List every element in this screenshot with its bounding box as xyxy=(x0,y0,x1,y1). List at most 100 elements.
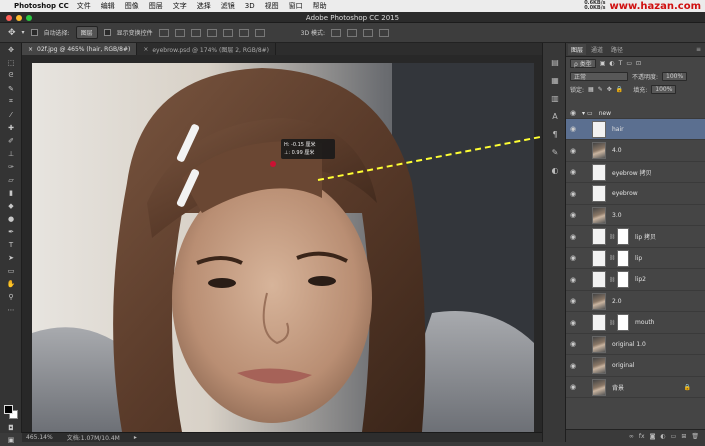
adjustments-icon[interactable]: ◐ xyxy=(543,161,567,179)
folder-icon[interactable]: ▭ xyxy=(671,433,677,440)
mask-icon[interactable]: ◙ xyxy=(650,433,656,440)
visibility-eye-icon[interactable]: ◉ xyxy=(566,233,580,241)
layer-row[interactable]: ◉ ⛓ lip 拷贝 xyxy=(566,227,705,248)
lock-paint-icon[interactable]: ✎ xyxy=(598,86,603,93)
panel-menu-icon[interactable]: ≡ xyxy=(696,46,701,53)
layer-row[interactable]: ◉ 4.0 xyxy=(566,141,705,162)
tab-channels[interactable]: 通道 xyxy=(588,44,606,55)
layer-thumbnail xyxy=(592,378,606,396)
layer-name: original 1.0 xyxy=(612,340,646,348)
visibility-eye-icon[interactable]: ◉ xyxy=(566,190,580,198)
filter-pixel-icon[interactable]: ▣ xyxy=(600,60,606,67)
layer-row[interactable]: ◉ ⛓ lip2 xyxy=(566,270,705,291)
layer-mask-thumbnail[interactable] xyxy=(617,249,629,267)
layer-row[interactable]: ◉ ⛓ lip xyxy=(566,248,705,269)
tab-layers[interactable]: 图层 xyxy=(568,44,587,55)
layer-thumbnail xyxy=(592,163,606,181)
link-icon[interactable]: ∞ xyxy=(629,433,634,440)
panel-icon-strip: ▤ ▦ ▥ A ¶ ✎ ◐ xyxy=(542,43,566,442)
visibility-eye-icon[interactable]: ◉ xyxy=(566,254,580,262)
properties-icon[interactable]: ▦ xyxy=(543,71,567,89)
layer-thumbnail xyxy=(592,185,606,202)
lock-all-icon[interactable]: 🔒 xyxy=(616,86,623,93)
filter-row: ρ 类型 ▣ ◐ T ▭ ⊡ xyxy=(566,57,705,70)
adjustment-icon[interactable]: ◐ xyxy=(660,433,665,440)
lock-pixels-icon[interactable]: ▦ xyxy=(588,86,594,93)
visibility-eye-icon[interactable]: ◉ xyxy=(566,168,580,176)
lock-position-icon[interactable]: ✥ xyxy=(607,86,612,93)
group-collapse-icon[interactable]: ▾ xyxy=(582,110,585,117)
swatches-icon[interactable]: ▥ xyxy=(543,89,567,107)
mask-link-icon[interactable]: ⛓ xyxy=(609,234,615,240)
layer-row[interactable]: ◉ original 1.0 xyxy=(566,334,705,355)
blend-mode-dropdown[interactable]: 正常 xyxy=(570,72,628,81)
visibility-eye-icon[interactable]: ◉ xyxy=(566,276,580,284)
folder-icon: ▭ xyxy=(587,109,593,117)
layer-mask-thumbnail[interactable] xyxy=(617,314,629,331)
layer-row[interactable]: ◉ eyebrow 拷贝 xyxy=(566,162,705,183)
layer-thumbnail xyxy=(592,357,606,374)
opacity-field[interactable]: 100% xyxy=(662,72,688,81)
filter-smart-icon[interactable]: ⊡ xyxy=(636,60,641,67)
layer-row[interactable]: ◉ hair xyxy=(566,119,705,140)
layer-row[interactable]: ◉ original xyxy=(566,356,705,377)
layer-thumbnail xyxy=(592,271,606,288)
filter-shape-icon[interactable]: ▭ xyxy=(626,60,632,67)
layer-panel-footer: ∞ fx ◙ ◐ ▭ ⊞ 🗑 xyxy=(566,429,705,442)
layer-thumbnail xyxy=(592,228,606,245)
new-layer-icon[interactable]: ⊞ xyxy=(681,433,686,440)
zoom-level[interactable]: 465.14% xyxy=(26,434,53,441)
layer-name: mouth xyxy=(635,319,655,326)
visibility-eye-icon[interactable]: ◉ xyxy=(566,109,580,117)
visibility-eye-icon[interactable]: ◉ xyxy=(566,383,580,391)
doc-size[interactable]: 文档:1.07M/10.4M xyxy=(67,433,120,442)
mask-link-icon[interactable]: ⛓ xyxy=(609,277,615,283)
mask-link-icon[interactable]: ⛓ xyxy=(609,320,615,326)
layer-name: lip 拷贝 xyxy=(635,234,657,241)
layer-thumbnail xyxy=(592,206,606,224)
fx-icon[interactable]: fx xyxy=(639,433,645,440)
trash-icon[interactable]: 🗑 xyxy=(691,433,699,440)
group-name: new xyxy=(598,109,612,117)
opacity-label: 不透明度: xyxy=(632,74,659,81)
panel-tabs: 图层 通道 路径 ≡ xyxy=(566,43,705,57)
layer-name: lip2 xyxy=(635,276,646,283)
visibility-eye-icon[interactable]: ◉ xyxy=(566,147,580,155)
layer-row[interactable]: ◉ 背景 🔒 xyxy=(566,377,705,398)
visibility-eye-icon[interactable]: ◉ xyxy=(566,319,580,327)
visibility-eye-icon[interactable]: ◉ xyxy=(566,362,580,370)
brush-presets-icon[interactable]: ✎ xyxy=(543,143,567,161)
fill-field[interactable]: 100% xyxy=(651,85,677,94)
layer-thumbnail xyxy=(592,292,606,310)
fill-label: 填充: xyxy=(633,87,648,94)
layer-mask-thumbnail[interactable] xyxy=(617,271,629,288)
layer-thumbnail xyxy=(592,249,606,267)
layer-name: 4.0 xyxy=(612,147,622,154)
layer-row[interactable]: ◉ eyebrow xyxy=(566,184,705,205)
visibility-eye-icon[interactable]: ◉ xyxy=(566,211,580,219)
lock-label: 锁定: xyxy=(570,87,585,94)
layer-name: 2.0 xyxy=(612,297,622,305)
history-icon[interactable]: ▤ xyxy=(543,53,567,71)
layer-row[interactable]: ◉ 2.0 xyxy=(566,291,705,312)
layer-name: lip xyxy=(635,254,643,262)
filter-type-icon[interactable]: T xyxy=(619,60,623,67)
layer-thumbnail xyxy=(592,142,606,159)
layer-row[interactable]: ◉ 3.0 xyxy=(566,205,705,226)
layer-mask-thumbnail[interactable] xyxy=(617,228,629,245)
filter-adjust-icon[interactable]: ◐ xyxy=(609,60,614,67)
status-menu-icon[interactable]: ▸ xyxy=(134,434,137,441)
paragraph-icon[interactable]: ¶ xyxy=(543,125,567,143)
visibility-eye-icon[interactable]: ◉ xyxy=(566,340,580,348)
lock-row: 锁定: ▦ ✎ ✥ 🔒 填充: 100% xyxy=(566,83,705,96)
mask-link-icon[interactable]: ⛓ xyxy=(609,255,615,261)
tab-paths[interactable]: 路径 xyxy=(608,44,626,55)
layer-group-new[interactable]: ◉ ▾ ▭ new xyxy=(566,108,705,119)
visibility-eye-icon[interactable]: ◉ xyxy=(566,297,580,305)
character-icon[interactable]: A xyxy=(543,107,567,125)
layers-panel: 图层 通道 路径 ≡ ρ 类型 ▣ ◐ T ▭ ⊡ 正常 不透明度: 100% … xyxy=(566,43,705,442)
layer-name: eyebrow 拷贝 xyxy=(612,169,652,177)
layer-row[interactable]: ◉ ⛓ mouth xyxy=(566,313,705,334)
visibility-eye-icon[interactable]: ◉ xyxy=(566,125,580,133)
kind-filter-dropdown[interactable]: ρ 类型 xyxy=(570,59,596,68)
